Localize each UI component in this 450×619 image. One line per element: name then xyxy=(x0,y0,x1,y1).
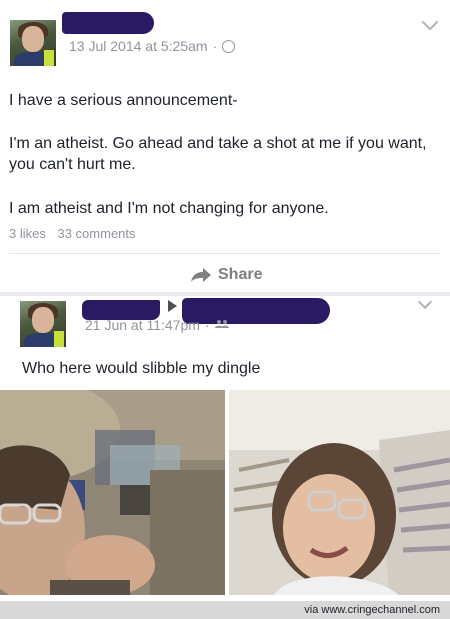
post-card-1: 13 Jul 2014 at 5:25am · I have a serious… xyxy=(0,0,450,292)
post-text: Who here would slibble my dingle xyxy=(22,360,261,377)
comments-count[interactable]: 33 comments xyxy=(57,226,135,241)
post-photo-right[interactable] xyxy=(229,390,450,595)
post-stats: 3 likes 33 comments xyxy=(9,226,136,241)
share-label: Share xyxy=(218,266,263,283)
likes-count[interactable]: 3 likes xyxy=(9,226,46,241)
post-meta: 21 Jun at 11:47pm · xyxy=(85,317,229,333)
post-timestamp[interactable]: 13 Jul 2014 at 5:25am xyxy=(69,38,208,54)
post-meta: 13 Jul 2014 at 5:25am · xyxy=(69,38,236,54)
arrow-right-icon xyxy=(168,300,177,312)
post-text-line-1: I have a serious announcement- xyxy=(9,92,238,109)
post-photo-left[interactable] xyxy=(0,390,225,595)
post-timestamp[interactable]: 21 Jun at 11:47pm xyxy=(85,317,200,333)
divider xyxy=(9,253,441,254)
post-text-line-2: I'm an atheist. Go ahead and take a shot… xyxy=(9,135,427,173)
chevron-down-icon[interactable] xyxy=(417,294,433,310)
selfie-photo-left xyxy=(0,390,225,595)
selfie-photo-right xyxy=(229,390,450,595)
post-card-2: 21 Jun at 11:47pm · Who here would slibb… xyxy=(0,294,450,619)
avatar[interactable] xyxy=(10,20,56,66)
redacted-name xyxy=(62,12,154,34)
friends-icon xyxy=(214,319,229,331)
watermark: via www.cringechannel.com xyxy=(304,604,440,616)
post-text-line-3: I am atheist and I'm not changing for an… xyxy=(9,200,329,217)
globe-icon xyxy=(222,39,236,53)
share-arrow-icon xyxy=(191,268,211,282)
chevron-down-icon[interactable] xyxy=(421,13,439,31)
avatar[interactable] xyxy=(20,301,66,347)
share-button[interactable]: Share xyxy=(190,266,262,284)
